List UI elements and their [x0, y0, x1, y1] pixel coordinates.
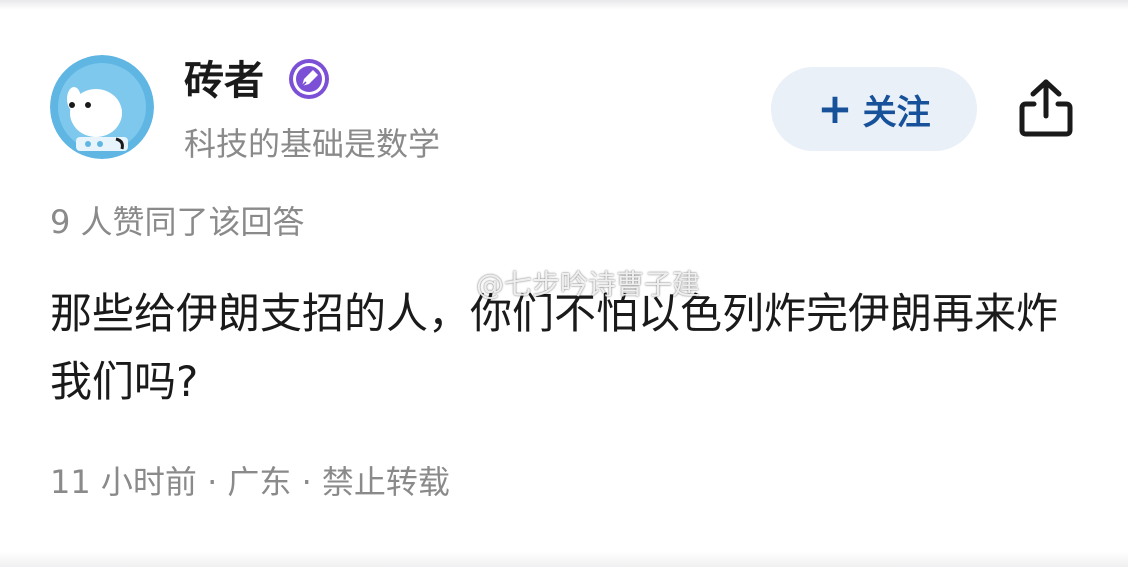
follow-label: 关注: [862, 92, 931, 133]
author-avatar[interactable]: [50, 55, 154, 159]
likes-count: 9 人赞同了该回答: [50, 203, 305, 241]
follow-button[interactable]: + 关注: [771, 67, 977, 151]
author-bio: 科技的基础是数学: [184, 125, 441, 163]
watermark-text: @七步吟诗曹子建: [476, 268, 701, 301]
answer-meta: 11 小时前 · 广东 · 禁止转载: [50, 463, 450, 501]
share-icon: [1019, 79, 1073, 137]
weibo-icon: [442, 266, 472, 304]
watermark: @七步吟诗曹子建: [442, 266, 700, 304]
plus-icon: +: [817, 84, 853, 133]
bottom-edge: [0, 552, 1128, 567]
top-edge: [0, 0, 1128, 10]
pen-badge-icon: [287, 57, 331, 101]
author-name[interactable]: 砖者: [184, 55, 264, 107]
share-button[interactable]: [1016, 76, 1076, 140]
astronaut-dog-avatar-icon: [50, 55, 154, 159]
